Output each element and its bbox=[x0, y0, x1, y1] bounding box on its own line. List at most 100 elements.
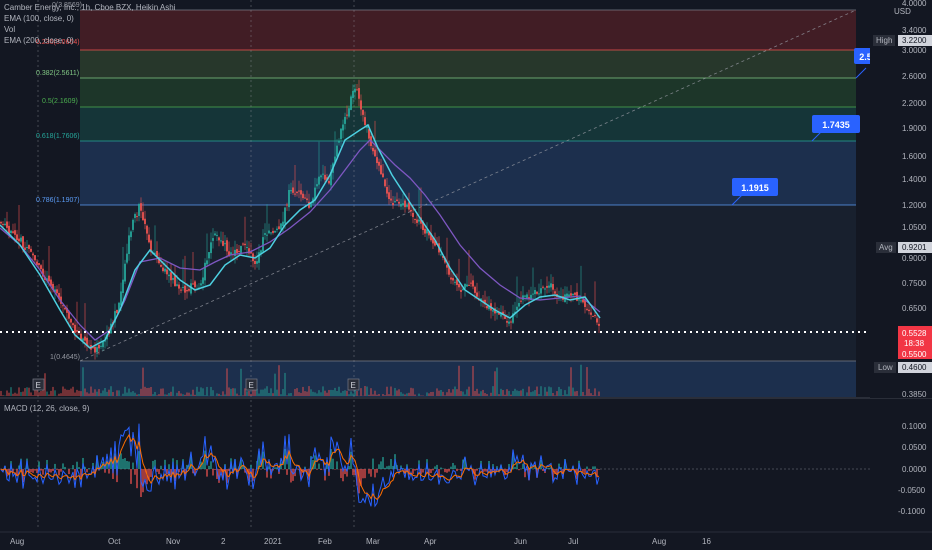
volume-bar bbox=[318, 390, 320, 396]
candle-body bbox=[36, 261, 38, 265]
macd-histogram-bar bbox=[292, 469, 294, 481]
volume-bar bbox=[64, 388, 66, 396]
volume-bar bbox=[466, 389, 468, 396]
candle-body bbox=[234, 249, 236, 257]
volume-bar bbox=[448, 388, 450, 396]
chart-canvas[interactable]: 0(3.8569) 0.236(3.0664) 0.382(2.5611) 0.… bbox=[0, 0, 932, 550]
candle-body bbox=[30, 248, 32, 252]
volume-bar bbox=[72, 386, 74, 396]
candle-body bbox=[492, 310, 494, 312]
volume-bar bbox=[88, 393, 90, 396]
candle-body bbox=[276, 228, 278, 230]
earnings-marker-1: E bbox=[36, 381, 41, 390]
volume-bar bbox=[342, 390, 344, 396]
price-tick: 0.3850 bbox=[902, 390, 927, 399]
volume-bar bbox=[234, 388, 236, 396]
ema200-legend[interactable]: EMA (200, close, 0) bbox=[4, 36, 74, 46]
macd-histogram-bar bbox=[434, 466, 436, 469]
volume-bar bbox=[376, 394, 378, 396]
price-tick: 1.6000 bbox=[902, 152, 927, 161]
candle-body bbox=[360, 100, 362, 110]
macd-legend[interactable]: MACD (12, 26, close, 9) bbox=[4, 404, 89, 414]
candle-body bbox=[546, 285, 548, 288]
macd-histogram-bar bbox=[142, 469, 144, 493]
candle-body bbox=[56, 289, 58, 294]
candle-body bbox=[532, 293, 534, 295]
macd-histogram-bar bbox=[86, 469, 88, 473]
macd-histogram-bar bbox=[130, 469, 132, 484]
macd-histogram-bar bbox=[150, 469, 152, 477]
candle-body bbox=[362, 110, 364, 115]
volume-bar bbox=[286, 395, 288, 396]
macd-histogram-bar bbox=[514, 467, 516, 469]
macd-histogram-bar bbox=[208, 465, 210, 469]
volume-bar bbox=[66, 389, 68, 396]
volume-bar bbox=[110, 386, 112, 396]
candle-body bbox=[402, 203, 404, 206]
volume-legend[interactable]: Vol bbox=[4, 25, 15, 35]
volume-bar bbox=[178, 391, 180, 396]
time-tick: 2 bbox=[221, 537, 226, 546]
time-tick: Oct bbox=[108, 537, 121, 546]
candle-body bbox=[298, 190, 300, 192]
candle-body bbox=[188, 288, 190, 291]
macd-histogram-bar bbox=[390, 458, 392, 469]
volume-bar bbox=[528, 386, 530, 396]
candle-body bbox=[382, 173, 384, 178]
volume-bar bbox=[170, 391, 172, 396]
macd-histogram-bar bbox=[132, 462, 134, 469]
volume-bar bbox=[482, 389, 484, 396]
candle-body bbox=[316, 184, 318, 187]
time-tick: Mar bbox=[366, 537, 380, 546]
volume-bar bbox=[60, 393, 62, 396]
price-scale[interactable]: USD 4.0000 3.4000 3.0000 2.6000 2.2000 1… bbox=[870, 0, 932, 399]
macd-histogram-bar bbox=[128, 461, 130, 469]
price-tick: 4.0000 bbox=[902, 0, 927, 8]
macd-histogram-bar bbox=[410, 468, 412, 469]
candle-body bbox=[476, 292, 478, 297]
volume-bar bbox=[152, 394, 154, 396]
macd-histogram-bar bbox=[52, 469, 54, 472]
volume-bar bbox=[360, 388, 362, 396]
volume-bar bbox=[514, 388, 516, 396]
volume-bar bbox=[240, 368, 242, 396]
volume-bar bbox=[270, 388, 272, 396]
candle-body bbox=[148, 234, 150, 243]
volume-bar bbox=[504, 394, 506, 396]
candle-body bbox=[182, 286, 184, 288]
volume-bar bbox=[224, 394, 226, 396]
volume-bar bbox=[210, 386, 212, 396]
volume-bar bbox=[304, 391, 306, 396]
macd-histogram-bar bbox=[210, 461, 212, 469]
volume-bar bbox=[406, 393, 408, 396]
candle-body bbox=[302, 193, 304, 199]
macd-tick: -0.0500 bbox=[898, 486, 926, 495]
volume-bar bbox=[272, 393, 274, 396]
volume-bar bbox=[438, 390, 440, 396]
volume-bar bbox=[216, 393, 218, 396]
ema100-legend[interactable]: EMA (100, close, 0) bbox=[4, 14, 74, 24]
candle-body bbox=[294, 193, 296, 195]
volume-bar bbox=[218, 393, 220, 396]
candle-body bbox=[136, 216, 138, 218]
macd-histogram-bar bbox=[44, 468, 46, 469]
candle-body bbox=[470, 282, 472, 284]
volume-bar bbox=[444, 395, 446, 396]
candle-body bbox=[206, 260, 208, 265]
volume-bar bbox=[420, 395, 422, 396]
volume-bar bbox=[526, 392, 528, 396]
candle-body bbox=[174, 275, 176, 286]
volume-bar bbox=[180, 393, 182, 396]
candle-body bbox=[202, 277, 204, 284]
volume-bar bbox=[100, 393, 102, 396]
fibonacci-retracement[interactable] bbox=[80, 9, 856, 397]
volume-bar bbox=[300, 392, 302, 396]
candle-body bbox=[572, 293, 574, 296]
volume-bar bbox=[356, 391, 358, 396]
macd-histogram-bar bbox=[286, 469, 288, 475]
time-scale[interactable]: Aug Oct Nov 2 2021 Feb Mar Apr Jun Jul A… bbox=[0, 531, 932, 550]
macd-histogram-bar bbox=[598, 469, 600, 470]
symbol-legend[interactable]: Camber Energy, Inc., 1h, Cboe BZX, Heiki… bbox=[4, 3, 175, 13]
volume-bar bbox=[48, 394, 50, 396]
volume-bar bbox=[492, 386, 494, 396]
